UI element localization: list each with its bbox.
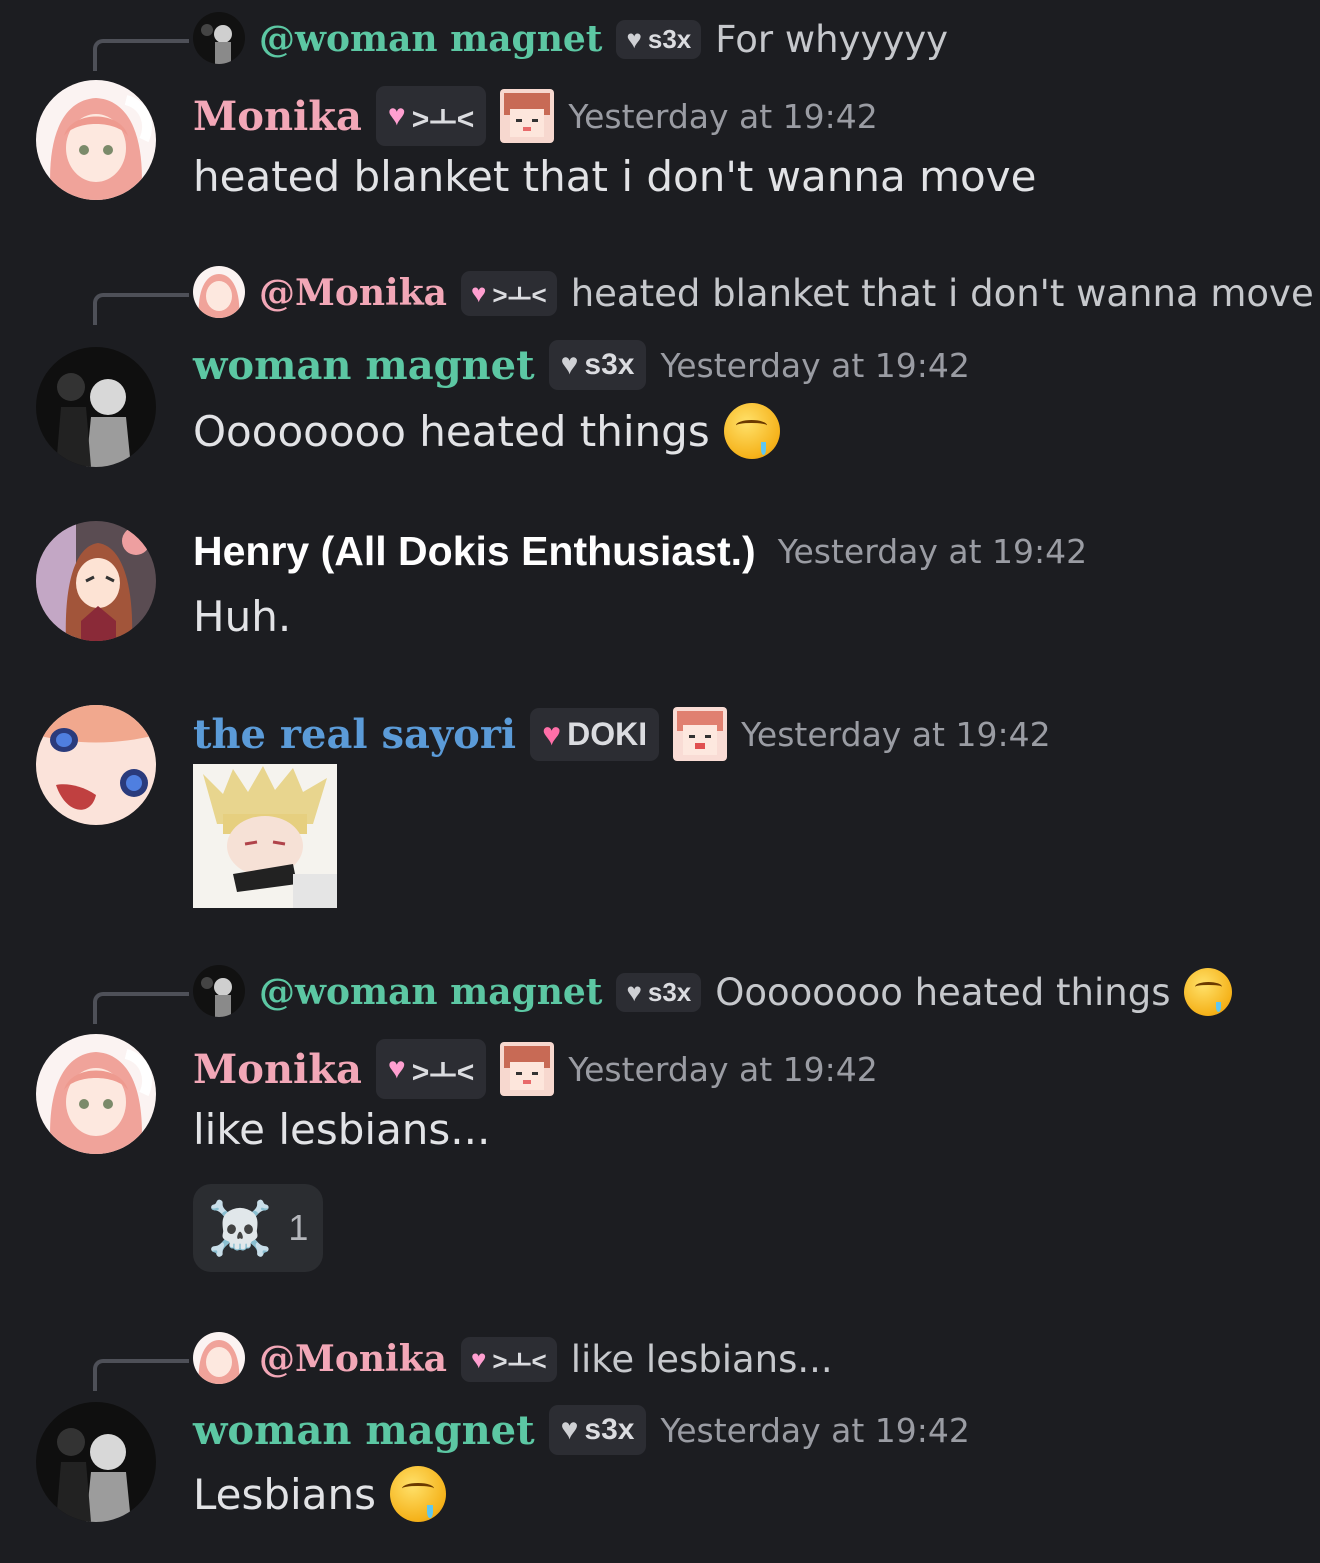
reply-author[interactable]: @Monika xyxy=(259,272,447,314)
avatar-monika[interactable] xyxy=(36,1034,156,1154)
message-header: the real sayori ♥ DOKI Yesterday at 19:42 xyxy=(193,707,1051,761)
message-content: Huh. xyxy=(193,592,292,641)
reply-preview[interactable]: @woman magnet ♥ s3x Oooooooo heated thing… xyxy=(0,965,1320,1025)
message-header: woman magnet ♥ s3x Yesterday at 19:42 xyxy=(193,340,970,390)
role-tag: ♥ >ㅗ< xyxy=(375,86,487,146)
reply-connector xyxy=(93,293,189,325)
reaction-skull[interactable]: ☠️ 1 xyxy=(193,1184,323,1272)
timestamp: Yesterday at 19:42 xyxy=(568,96,878,136)
pixel-badge-icon xyxy=(500,1042,555,1096)
reply-preview[interactable]: @Monika ♥ >ㅗ< like lesbians... xyxy=(0,1332,1320,1392)
message-content: Oooooooo heated things xyxy=(193,403,780,459)
message-content: Lesbians xyxy=(193,1466,446,1522)
timestamp: Yesterday at 19:42 xyxy=(741,714,1051,754)
message-content: like lesbians... xyxy=(193,1105,491,1154)
pixel-badge-icon xyxy=(673,707,728,761)
username-woman-magnet[interactable]: woman magnet xyxy=(193,1407,535,1454)
reply-preview[interactable]: @woman magnet ♥ s3x For whyyyyy xyxy=(0,12,1320,72)
reply-text[interactable]: heated blanket that i don't wanna move xyxy=(571,272,1314,315)
timestamp: Yesterday at 19:42 xyxy=(777,532,1088,571)
drooling-face-emoji-icon xyxy=(1184,968,1233,1016)
reply-author[interactable]: @Monika xyxy=(259,1338,447,1380)
drooling-face-emoji-icon xyxy=(723,403,780,459)
message-header: Henry (All Dokis Enthusiast.) Yesterday … xyxy=(193,528,1087,575)
timestamp: Yesterday at 19:42 xyxy=(660,1410,970,1450)
reply-avatar-monika[interactable] xyxy=(193,266,245,318)
role-tag: ♥ >ㅗ< xyxy=(460,1336,557,1382)
message-header: Monika ♥ >ㅗ< Yesterday at 19:42 xyxy=(193,1039,878,1099)
role-tag: ♥ s3x xyxy=(616,19,702,59)
reply-preview[interactable]: @Monika ♥ >ㅗ< heated blanket that i don't… xyxy=(0,266,1320,326)
avatar-henry[interactable] xyxy=(36,521,156,641)
username-woman-magnet[interactable]: woman magnet xyxy=(193,342,535,389)
sticker-image[interactable] xyxy=(193,764,337,908)
reply-avatar-woman-magnet[interactable] xyxy=(193,12,245,64)
drooling-face-emoji-icon xyxy=(389,1466,446,1522)
reply-avatar-monika[interactable] xyxy=(193,1332,245,1384)
reply-text[interactable]: For whyyyyy xyxy=(715,18,948,61)
chat-log: @woman magnet ♥ s3x For whyyyyy Monika ♥ >… xyxy=(0,0,1320,1563)
reply-connector xyxy=(93,1359,189,1391)
reaction-count: 1 xyxy=(288,1207,309,1248)
role-tag: ♥ s3x xyxy=(548,1405,647,1455)
reply-text[interactable]: like lesbians... xyxy=(571,1338,833,1381)
timestamp: Yesterday at 19:42 xyxy=(660,345,970,385)
avatar-woman-magnet[interactable] xyxy=(36,347,156,467)
avatar-woman-magnet[interactable] xyxy=(36,1402,156,1522)
reply-connector xyxy=(93,39,189,71)
reply-avatar-woman-magnet[interactable] xyxy=(193,965,245,1017)
role-tag: ♥ s3x xyxy=(616,972,702,1012)
role-tag: ♥ >ㅗ< xyxy=(460,270,557,316)
message-header: Monika ♥ >ㅗ< Yesterday at 19:42 xyxy=(193,86,878,146)
role-tag: ♥ DOKI xyxy=(530,707,660,761)
avatar-monika[interactable] xyxy=(36,80,156,200)
username-the-real-sayori[interactable]: the real sayori xyxy=(193,711,516,758)
message-header: woman magnet ♥ s3x Yesterday at 19:42 xyxy=(193,1405,970,1455)
pixel-badge-icon xyxy=(500,89,555,143)
reply-connector xyxy=(93,992,189,1024)
reply-author[interactable]: @woman magnet xyxy=(259,971,602,1013)
avatar-the-real-sayori[interactable] xyxy=(36,705,156,825)
username-monika[interactable]: Monika xyxy=(193,1046,362,1093)
message-content: heated blanket that i don't wanna move xyxy=(193,152,1037,201)
reply-author[interactable]: @woman magnet xyxy=(259,18,602,60)
skull-crossbones-icon: ☠️ xyxy=(207,1198,273,1259)
reply-text[interactable]: Oooooooo heated things xyxy=(715,971,1170,1014)
role-tag: ♥ s3x xyxy=(548,340,647,390)
timestamp: Yesterday at 19:42 xyxy=(568,1049,878,1089)
username-monika[interactable]: Monika xyxy=(193,93,362,140)
username-henry[interactable]: Henry (All Dokis Enthusiast.) xyxy=(193,528,756,575)
role-tag: ♥ >ㅗ< xyxy=(375,1039,487,1099)
